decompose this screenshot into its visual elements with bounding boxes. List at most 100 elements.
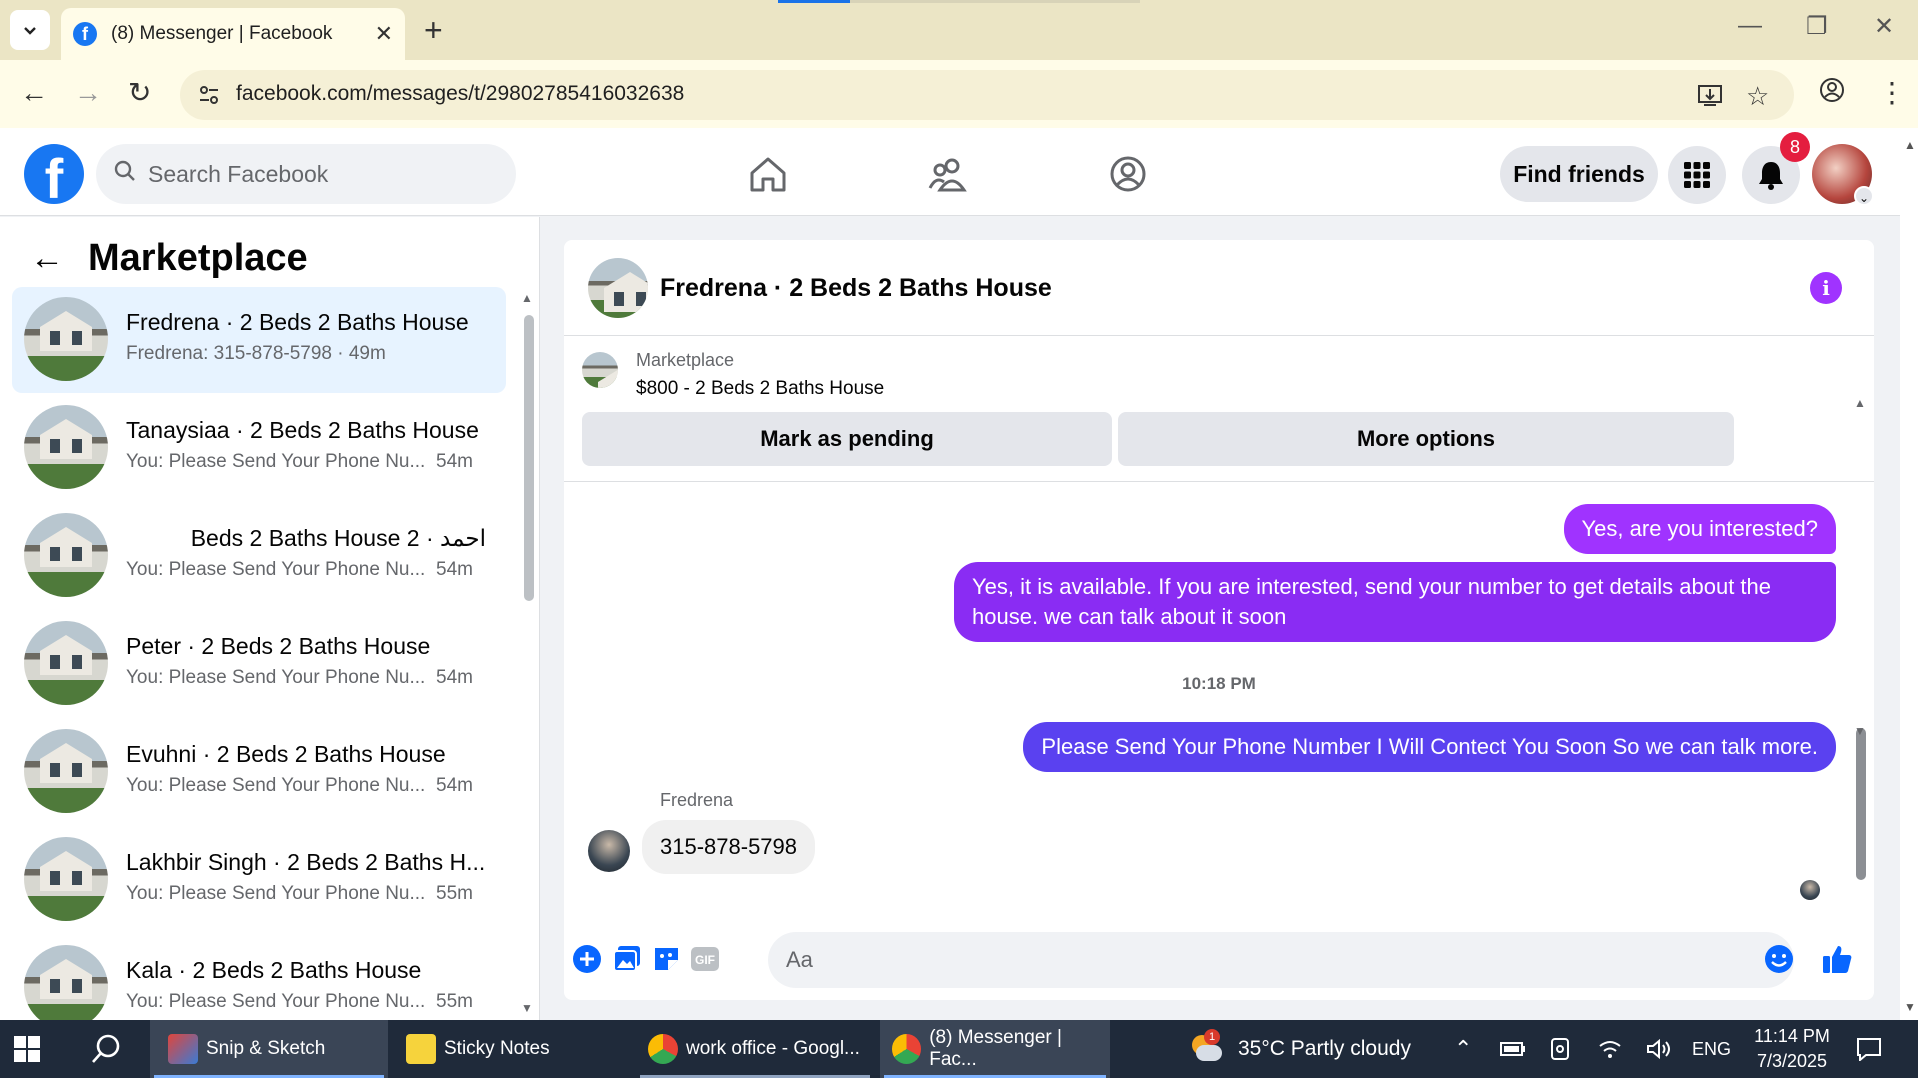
- browser-toolbar: ← → ↻ facebook.com/messages/t/2980278541…: [0, 60, 1918, 128]
- browser-menu-icon[interactable]: ⋮: [1878, 76, 1906, 110]
- conversation-time: 54m: [436, 667, 473, 688]
- sidebar-scrollbar-thumb[interactable]: [524, 315, 534, 601]
- browser-tab-strip: f (8) Messenger | Facebook ✕ + — ❐ ✕: [0, 0, 1918, 60]
- chat-header: Fredrena · 2 Beds 2 Baths House i: [564, 240, 1874, 336]
- taskbar-app-label: (8) Messenger | Fac...: [929, 1027, 1062, 1070]
- sent-message[interactable]: Yes, are you interested?: [1563, 504, 1836, 554]
- listing-price[interactable]: $800 - 2 Beds 2 Baths House: [636, 378, 884, 400]
- add-attachment-icon[interactable]: [570, 942, 604, 976]
- taskbar-app-sticky-notes[interactable]: Sticky Notes: [392, 1020, 630, 1078]
- back-arrow-icon[interactable]: ←: [30, 239, 64, 278]
- chat-title[interactable]: Fredrena · 2 Beds 2 Baths House: [660, 274, 1052, 303]
- conversation-name: Fredrena · 2 Beds 2 Baths House: [126, 309, 469, 335]
- conversation-item[interactable]: Tanaysiaa · 2 Beds 2 Baths House You: Pl…: [12, 395, 506, 501]
- conversation-snippet: You: Please Send Your Phone Nu...: [126, 775, 426, 796]
- conversation-item[interactable]: Kala · 2 Beds 2 Baths House You: Please …: [12, 935, 506, 1020]
- listing-thumbnail[interactable]: [582, 352, 618, 388]
- more-options-button[interactable]: More options: [1118, 412, 1734, 466]
- nav-profile[interactable]: [1098, 150, 1158, 198]
- start-button[interactable]: [14, 1020, 40, 1078]
- new-tab-button[interactable]: +: [424, 14, 443, 46]
- conversation-name: Kala · 2 Beds 2 Baths House: [126, 957, 422, 983]
- taskbar-app-chrome-work[interactable]: work office - Googl...: [636, 1020, 874, 1078]
- conversation-item[interactable]: Peter · 2 Beds 2 Baths House You: Please…: [12, 611, 506, 717]
- seen-indicator-avatar: [1800, 880, 1820, 900]
- show-hidden-icons-chevron-up-icon[interactable]: ⌃: [1454, 1020, 1472, 1078]
- facebook-logo[interactable]: f: [24, 144, 84, 204]
- facebook-search[interactable]: [96, 144, 516, 204]
- tab-search-button[interactable]: [10, 10, 50, 50]
- info-icon[interactable]: i: [1810, 272, 1842, 304]
- nav-home[interactable]: [738, 150, 798, 198]
- grid-menu-icon: [1684, 162, 1710, 188]
- bell-icon: [1759, 162, 1783, 190]
- taskbar-search-button[interactable]: [90, 1020, 122, 1078]
- conversation-item[interactable]: Lakhbir Singh · 2 Beds 2 Baths H... You:…: [12, 827, 506, 933]
- scroll-down-arrow-icon[interactable]: ▼: [521, 1001, 533, 1015]
- menu-grid-button[interactable]: [1668, 146, 1726, 204]
- chrome-icon: [648, 1034, 678, 1064]
- scroll-up-arrow-icon[interactable]: ▲: [1854, 396, 1866, 410]
- restore-icon[interactable]: ❐: [1806, 12, 1828, 41]
- nav-friends[interactable]: [918, 150, 978, 198]
- sticker-icon[interactable]: [650, 942, 684, 976]
- conversation-time: 55m: [436, 883, 473, 904]
- emoji-icon[interactable]: [1762, 942, 1796, 976]
- bookmark-star-icon[interactable]: ☆: [1746, 81, 1769, 112]
- close-tab-icon[interactable]: ✕: [375, 21, 393, 47]
- conversation-item[interactable]: Fredrena · 2 Beds 2 Baths House Fredrena…: [12, 287, 506, 393]
- scroll-up-arrow-icon[interactable]: ▲: [521, 291, 533, 305]
- like-thumbs-up-icon[interactable]: [1820, 942, 1854, 976]
- search-input[interactable]: [148, 160, 448, 188]
- home-icon: [750, 157, 786, 192]
- windows-taskbar: Snip & Sketch Sticky Notes work office -…: [0, 1020, 1918, 1078]
- forward-arrow-icon[interactable]: →: [74, 76, 102, 110]
- loading-indicator: [778, 0, 850, 3]
- photo-icon[interactable]: [610, 942, 644, 976]
- chat-house-thumbnail[interactable]: [588, 258, 648, 318]
- site-info-icon[interactable]: [196, 82, 222, 108]
- conversation-name: احمد · 2 Beds 2 Baths House: [190, 525, 486, 551]
- taskbar-app-snip-sketch[interactable]: Snip & Sketch: [150, 1020, 388, 1078]
- sent-message[interactable]: Yes, it is available. If you are interes…: [954, 562, 1836, 642]
- facebook-header: f Find friends ⌄: [0, 128, 1900, 216]
- received-message[interactable]: 315-878-5798: [642, 820, 816, 874]
- chat-scrollbar-thumb[interactable]: [1856, 728, 1866, 880]
- input-language[interactable]: ENG: [1692, 1020, 1731, 1078]
- weather-widget[interactable]: 1 35°C Partly cloudy: [1188, 1020, 1411, 1078]
- notification-center-icon[interactable]: [1856, 1020, 1882, 1078]
- conversation-item[interactable]: احمد · 2 Beds 2 Baths House You: Please …: [12, 503, 506, 609]
- find-friends-button[interactable]: Find friends: [1500, 146, 1658, 202]
- conversation-time: 55m: [436, 991, 473, 1012]
- scroll-down-arrow-icon[interactable]: ▼: [1854, 724, 1866, 738]
- volume-icon[interactable]: [1646, 1020, 1672, 1078]
- message-input[interactable]: [768, 932, 1794, 988]
- house-thumbnail: [24, 621, 108, 705]
- reload-icon[interactable]: ↻: [128, 76, 151, 110]
- minimize-icon[interactable]: —: [1738, 12, 1762, 40]
- scroll-up-arrow-icon[interactable]: ▲: [1904, 138, 1916, 152]
- battery-icon[interactable]: [1500, 1020, 1526, 1078]
- wifi-icon[interactable]: [1598, 1020, 1622, 1078]
- back-arrow-icon[interactable]: ←: [20, 76, 48, 110]
- address-bar[interactable]: facebook.com/messages/t/2980278541603263…: [180, 70, 1794, 120]
- scroll-down-arrow-icon[interactable]: ▼: [1904, 1000, 1916, 1014]
- browser-tab-messenger[interactable]: f (8) Messenger | Facebook ✕: [61, 8, 405, 60]
- taskbar-app-chrome-messenger[interactable]: (8) Messenger | Fac...: [880, 1020, 1110, 1078]
- page-scrollbar[interactable]: ▲ ▼: [1900, 128, 1918, 1020]
- profile-icon[interactable]: [1818, 76, 1846, 112]
- install-app-icon[interactable]: [1696, 81, 1724, 116]
- gif-icon[interactable]: GIF: [688, 942, 722, 976]
- conversation-item[interactable]: Evuhni · 2 Beds 2 Baths House You: Pleas…: [12, 719, 506, 825]
- close-window-icon[interactable]: ✕: [1874, 12, 1894, 41]
- sent-message[interactable]: Please Send Your Phone Number I Will Con…: [1023, 722, 1836, 772]
- account-chevron-down-icon[interactable]: ⌄: [1854, 186, 1874, 206]
- sender-avatar[interactable]: [588, 830, 630, 872]
- house-thumbnail: [24, 297, 108, 381]
- house-thumbnail: [24, 945, 108, 1020]
- mark-as-pending-button[interactable]: Mark as pending: [582, 412, 1112, 466]
- system-clock[interactable]: 11:14 PM 7/3/2025: [1744, 1024, 1840, 1074]
- sidebar-title: Marketplace: [88, 237, 308, 279]
- notification-badge: 8: [1780, 132, 1810, 162]
- tablet-mode-icon[interactable]: [1550, 1020, 1570, 1078]
